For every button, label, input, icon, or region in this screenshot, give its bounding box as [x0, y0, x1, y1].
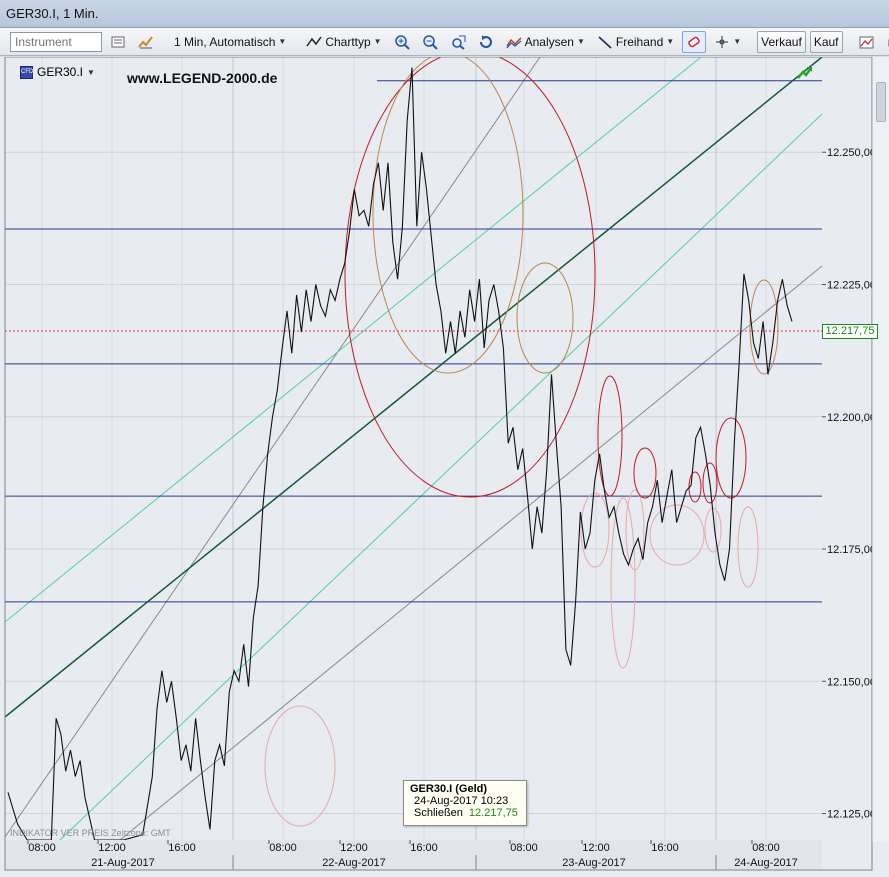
charttype-dropdown[interactable]: Charttyp ▼ — [302, 31, 385, 53]
x-date-label: 23-Aug-2017 — [562, 857, 626, 869]
eraser-button[interactable] — [682, 30, 707, 53]
x-time-label: 12:00 — [98, 842, 126, 854]
y-tick-label: 12.225,00 — [827, 279, 876, 291]
trend-up-arrow-icon — [797, 67, 813, 79]
x-time-label: 08:00 — [752, 842, 780, 854]
interval-label: 1 Min, Automatisch — [174, 34, 276, 49]
tooltip-close-row: Schließen 12.217,75 — [410, 807, 520, 819]
vertical-scrollbar[interactable] — [872, 57, 889, 842]
plot-background — [5, 57, 822, 840]
charttype-label: Charttyp — [325, 34, 371, 49]
y-tick-label: 12.150,00 — [827, 676, 876, 688]
x-time-label: 08:00 — [28, 842, 56, 854]
price-chart[interactable]: 12.250,00 12.225,00 12.200,00 12.175,00 12.1… — [0, 57, 889, 877]
list-icon — [111, 36, 125, 47]
x-date-label: 21-Aug-2017 — [91, 857, 155, 869]
verkauf-button[interactable]: Verkauf — [757, 30, 806, 53]
instrument-selector[interactable]: CFD GER30.I ▼ — [20, 65, 95, 79]
freihand-label: Freihand — [615, 34, 664, 49]
tooltip-close-label: Schließen — [414, 807, 463, 819]
chevron-down-icon: ▼ — [733, 37, 742, 46]
zoom-in-icon — [394, 34, 410, 50]
last-price-badge: 12.217,75 — [822, 324, 878, 339]
chart-area[interactable]: 12.250,00 12.225,00 12.200,00 12.175,00 12.1… — [0, 57, 889, 877]
zoom-fit-button[interactable] — [446, 31, 470, 53]
x-time-label: 12:00 — [582, 842, 610, 854]
tooltip-close-value: 12.217,75 — [468, 807, 518, 819]
x-date-label: 24-Aug-2017 — [734, 857, 798, 869]
x-date-label: 22-Aug-2017 — [322, 857, 386, 869]
refresh-icon — [479, 34, 492, 48]
indicator-note: INDIKATOR VER PREIS Zeitzone: GMT — [10, 828, 171, 838]
y-axis-panel — [822, 57, 872, 840]
freihand-dropdown[interactable]: Freihand ▼ — [593, 31, 678, 53]
print-dropdown[interactable]: ▼ — [883, 31, 889, 53]
zoom-out-icon — [422, 34, 438, 50]
refresh-button[interactable] — [474, 31, 498, 53]
instrument-input[interactable] — [10, 31, 102, 52]
zoom-out-button[interactable] — [418, 31, 442, 53]
tooltip-title: GER30.I (Geld) — [410, 783, 488, 795]
analysen-label: Analysen — [524, 34, 574, 49]
chart-toolbar: 1 Min, Automatisch ▼ Charttyp ▼ Analysen… — [0, 28, 889, 56]
analysen-dropdown[interactable]: Analysen ▼ — [502, 31, 589, 53]
y-tick-label: 12.200,00 — [827, 412, 876, 424]
x-time-label: 08:00 — [510, 842, 538, 854]
x-time-label: 16:00 — [651, 842, 679, 854]
x-time-label: 16:00 — [168, 842, 196, 854]
analysis-icon — [505, 36, 522, 48]
zoom-fit-icon — [451, 35, 466, 50]
y-tick-label: 12.175,00 — [827, 544, 876, 556]
zoom-in-button[interactable] — [390, 31, 414, 53]
indicator-icon — [138, 35, 153, 48]
instrument-list-button[interactable] — [106, 31, 130, 53]
eraser-icon — [688, 36, 700, 47]
kauf-button[interactable]: Kauf — [809, 30, 843, 53]
chevron-down-icon: ▼ — [373, 37, 382, 46]
crosshair-icon — [716, 35, 729, 48]
chart-settings-icon — [859, 36, 873, 48]
y-tick-label: 12.125,00 — [827, 809, 876, 821]
window-titlebar: GER30.I, 1 Min. — [0, 0, 889, 28]
x-time-label: 16:00 — [410, 842, 438, 854]
chart-settings-button[interactable] — [855, 31, 879, 53]
chevron-down-icon: ▼ — [87, 67, 95, 77]
instrument-name: GER30.I — [37, 65, 84, 79]
chevron-down-icon: ▼ — [278, 37, 287, 46]
crosshair-dropdown[interactable]: ▼ — [710, 31, 745, 53]
x-time-label: 08:00 — [269, 842, 297, 854]
trendline-icon — [598, 35, 612, 49]
scrollbar-thumb[interactable] — [876, 82, 886, 122]
x-time-label: 12:00 — [340, 842, 368, 854]
window-title: GER30.I, 1 Min. — [6, 6, 99, 21]
line-chart-icon — [306, 36, 322, 46]
watermark-url: www.LEGEND-2000.de — [127, 70, 278, 86]
cfd-icon: CFD — [20, 65, 33, 79]
tooltip-datetime: 24-Aug-2017 10:23 — [414, 795, 509, 807]
price-tooltip: GER30.I (Geld) 24-Aug-2017 10:23 Schließ… — [403, 780, 527, 826]
chevron-down-icon: ▼ — [576, 37, 585, 46]
indicator-button[interactable] — [134, 31, 158, 53]
interval-dropdown[interactable]: 1 Min, Automatisch ▼ — [170, 31, 290, 53]
chevron-down-icon: ▼ — [666, 37, 675, 46]
y-tick-label: 12.250,00 — [827, 147, 876, 159]
